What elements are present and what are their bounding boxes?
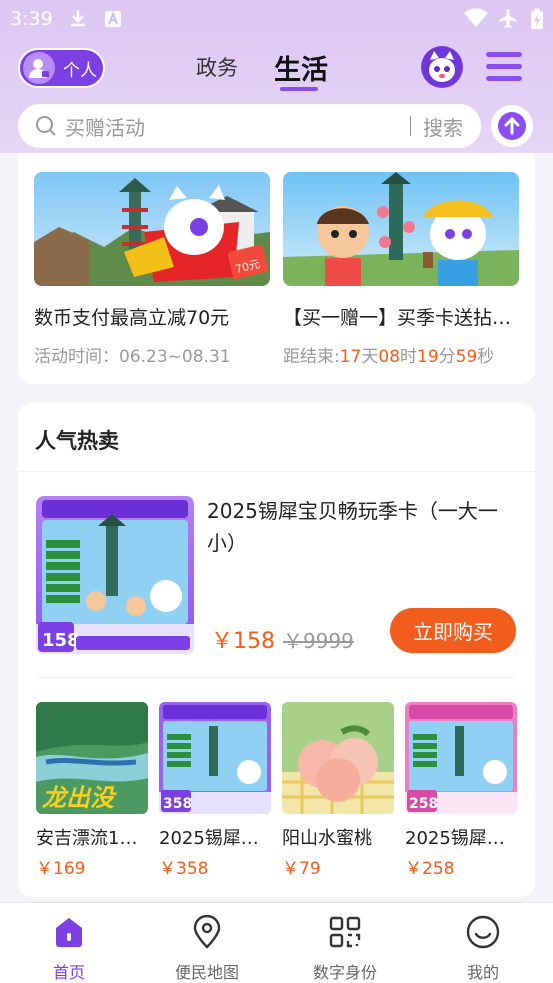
image-price-tag: 158 — [42, 630, 80, 651]
status-bar: 3:39 — [0, 0, 553, 38]
location-pin-icon — [157, 913, 257, 951]
smiley-face-icon — [433, 913, 533, 951]
svg-text:258: 258 — [409, 796, 438, 812]
activity-countdown: 距结束:17天08时19分59秒 — [283, 347, 495, 367]
user-avatar-icon — [23, 52, 55, 84]
activities-card: 70元 数币支付最高立减70元 活动时间：06.23~08.31 【买一赠一】买… — [18, 153, 535, 384]
product-price: ￥79 — [282, 859, 321, 879]
featured-product-image[interactable]: 158 — [36, 496, 194, 654]
nav-home[interactable]: 首页 — [19, 913, 119, 983]
product-price: ￥258 — [405, 859, 455, 879]
product-image: 龙出没 — [36, 702, 148, 814]
search-icon — [35, 115, 57, 137]
product-name: 2025锡犀… — [159, 828, 259, 849]
search-button[interactable]: 搜索 — [423, 112, 463, 141]
product-item[interactable]: 258 2025锡犀… ￥258 — [405, 702, 517, 879]
activity-item[interactable]: 【买一赠一】买季卡送拈… 距结束:17天08时19分59秒 — [283, 172, 519, 367]
tab-life[interactable]: 生活 — [274, 48, 328, 87]
featured-price: ￥158 — [211, 629, 275, 654]
activity-image — [283, 172, 519, 286]
mascot-avatar-icon[interactable] — [421, 46, 463, 88]
nav-label: 首页 — [52, 963, 85, 982]
product-item[interactable]: 358 2025锡犀… ￥358 — [159, 702, 271, 879]
product-price: ￥358 — [159, 859, 209, 879]
personal-label: 个人 — [63, 60, 97, 81]
battery-icon — [530, 8, 544, 34]
nav-digital-id[interactable]: 数字身份 — [295, 913, 395, 983]
product-image: 258 — [405, 702, 517, 814]
product-name: 阳山水蜜桃 — [282, 828, 372, 849]
divider — [18, 471, 535, 472]
product-image — [282, 702, 394, 814]
activity-item[interactable]: 70元 数币支付最高立减70元 活动时间：06.23~08.31 — [34, 172, 270, 367]
nav-label: 便民地图 — [174, 963, 239, 982]
divider — [36, 677, 516, 678]
bottom-nav: 首页 便民地图 数字身份 我的 — [0, 902, 553, 983]
home-icon — [19, 913, 119, 951]
notification-app-icon — [104, 10, 122, 32]
wifi-icon — [463, 8, 489, 32]
personal-button[interactable]: 个人 — [18, 48, 105, 88]
nav-mine[interactable]: 我的 — [433, 913, 533, 983]
qr-code-icon — [295, 913, 395, 951]
activity-title: 【买一赠一】买季卡送拈… — [283, 307, 512, 329]
airplane-mode-icon — [497, 8, 519, 34]
product-name: 2025锡犀… — [405, 828, 505, 849]
search-divider — [410, 116, 411, 136]
search-bar[interactable]: 买赠活动 搜索 — [18, 104, 481, 148]
status-time: 3:39 — [10, 8, 53, 30]
nav-label: 数字身份 — [312, 963, 377, 982]
hot-sale-card: 人气热卖 158 2025锡犀宝贝畅玩季卡（一大一小） ￥158 ￥9999 立… — [18, 403, 535, 897]
product-price: ￥169 — [36, 859, 86, 879]
search-placeholder[interactable]: 买赠活动 — [65, 112, 410, 141]
svg-text:龙出没: 龙出没 — [42, 784, 117, 812]
tab-government[interactable]: 政务 — [196, 52, 238, 82]
download-icon — [68, 8, 88, 32]
product-image: 358 — [159, 702, 271, 814]
activity-title: 数币支付最高立减70元 — [34, 307, 230, 329]
scroll-top-button[interactable] — [491, 105, 533, 147]
product-item[interactable]: 龙出没 安吉漂流1… ￥169 — [36, 702, 148, 879]
product-item[interactable]: 阳山水蜜桃 ￥79 — [282, 702, 394, 879]
svg-text:358: 358 — [163, 796, 192, 812]
arrow-up-icon — [497, 111, 527, 141]
activity-image: 70元 — [34, 172, 270, 286]
product-name: 安吉漂流1… — [36, 828, 138, 849]
header-background: 3:39 个人 政务 生活 买赠活动 搜索 — [0, 0, 553, 153]
featured-original-price: ￥9999 — [283, 629, 354, 653]
active-tab-indicator — [280, 87, 318, 91]
featured-product-title[interactable]: 2025锡犀宝贝畅玩季卡（一大一小） — [207, 495, 527, 559]
nav-map[interactable]: 便民地图 — [157, 913, 257, 983]
buy-now-button[interactable]: 立即购买 — [390, 608, 516, 653]
nav-label: 我的 — [466, 963, 499, 982]
activity-time: 活动时间：06.23~08.31 — [34, 347, 231, 367]
section-heading: 人气热卖 — [35, 429, 119, 453]
top-nav: 个人 政务 生活 — [0, 42, 553, 94]
menu-icon[interactable] — [486, 52, 522, 82]
